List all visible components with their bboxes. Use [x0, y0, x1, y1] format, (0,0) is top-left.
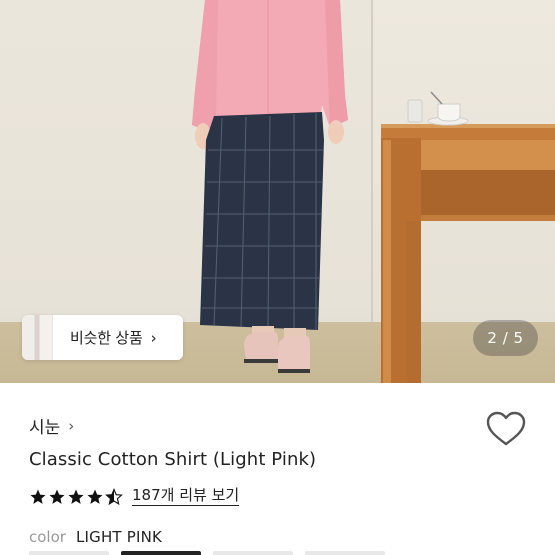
- brand-link[interactable]: 시눈 ›: [29, 413, 75, 439]
- half-star-icon: [105, 487, 123, 505]
- color-swatch[interactable]: [213, 551, 293, 555]
- star-icon: [87, 489, 103, 504]
- color-swatch[interactable]: [29, 551, 109, 555]
- color-swatch[interactable]: [305, 551, 385, 555]
- skirt: [200, 112, 324, 330]
- star-icon: [30, 489, 46, 504]
- product-image-gallery[interactable]: 비슷한 상품 › 2 / 5: [0, 0, 555, 383]
- image-pager-indicator: 2 / 5: [473, 320, 538, 356]
- color-swatch[interactable]: [121, 551, 201, 555]
- brand-name: 시눈: [29, 418, 61, 438]
- chevron-right-icon: ›: [150, 328, 157, 347]
- color-value: LIGHT PINK: [75, 528, 163, 546]
- similar-products-label: 비슷한 상품: [70, 329, 143, 347]
- star-icon: [68, 489, 84, 504]
- review-link[interactable]: 187개 리뷰 보기: [132, 487, 240, 506]
- tableware: [407, 91, 469, 126]
- product-info: 시눈 › Classic Cotton Shirt (Light Pink) 1…: [0, 383, 555, 555]
- color-label: color: [29, 528, 66, 546]
- chevron-right-icon: ›: [68, 416, 75, 435]
- color-swatch-row: [0, 551, 555, 555]
- product-title: Classic Cotton Shirt (Light Pink): [29, 449, 317, 470]
- heart-icon[interactable]: [486, 411, 526, 447]
- rating-stars: [29, 487, 124, 506]
- shirt: [192, 0, 348, 132]
- star-icon: [49, 489, 65, 504]
- similar-products-thumbnail: [22, 315, 53, 360]
- rating-row: 187개 리뷰 보기: [29, 487, 240, 506]
- color-row: color LIGHT PINK: [29, 528, 162, 546]
- similar-products-button[interactable]: 비슷한 상품 ›: [22, 315, 183, 360]
